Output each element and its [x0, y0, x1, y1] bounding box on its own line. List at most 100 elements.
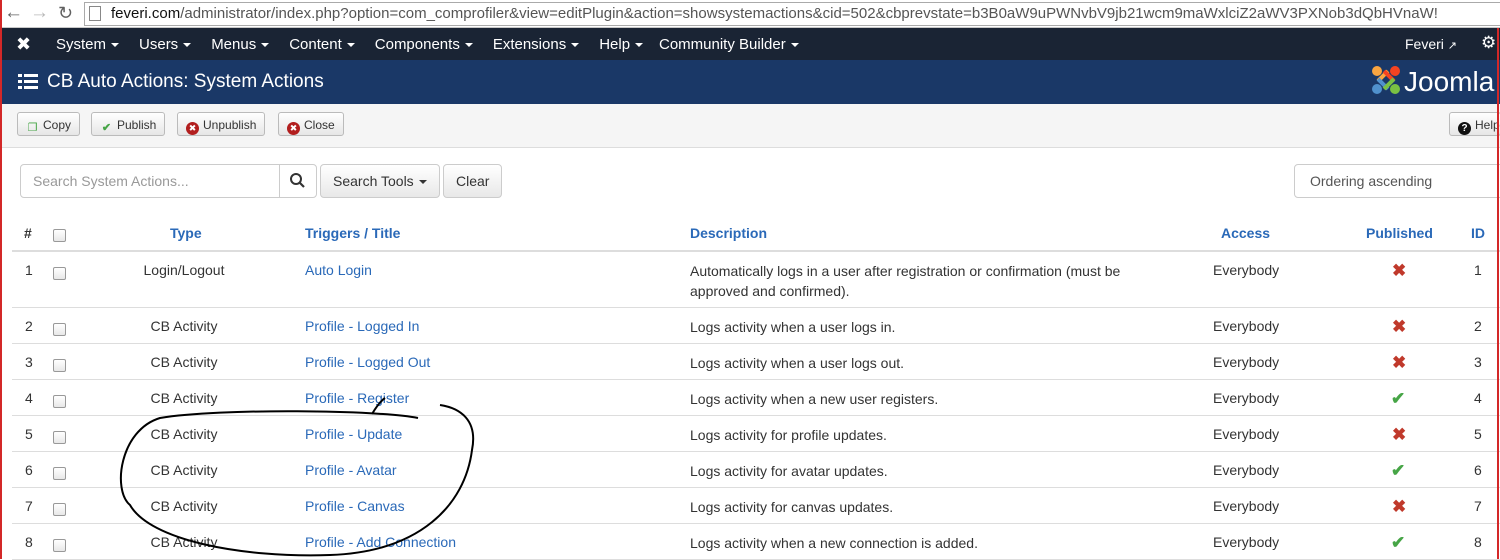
header-published[interactable]: Published [1366, 225, 1433, 241]
row-type: CB Activity [150, 318, 218, 334]
row-checkbox[interactable] [53, 359, 66, 372]
row-title-link[interactable]: Auto Login [305, 262, 372, 278]
select-all-checkbox[interactable] [53, 229, 66, 242]
joomla-menu-icon[interactable]: ✖ [16, 34, 31, 54]
row-description: Logs activity for canvas updates. [690, 499, 894, 515]
row-checkbox[interactable] [53, 431, 66, 444]
row-title-link[interactable]: Profile - Add Connection [305, 534, 456, 550]
row-checkbox[interactable] [53, 539, 66, 552]
close-button[interactable]: ✖ Close [278, 112, 344, 136]
header-trigger[interactable]: Triggers / Title [305, 225, 400, 241]
reload-icon[interactable]: ↻ [58, 1, 73, 25]
x-icon[interactable]: ✖ [1392, 261, 1406, 281]
row-id: 4 [1474, 390, 1482, 406]
menu-help[interactable]: Help [589, 36, 653, 53]
check-icon[interactable]: ✔ [1391, 389, 1405, 409]
row-num: 8 [25, 534, 33, 550]
main-menu: System Users Menus Content Components Extensi… [46, 28, 653, 60]
gear-icon[interactable]: ⚙ [1481, 33, 1496, 53]
row-title-link[interactable]: Profile - Logged Out [305, 354, 430, 370]
header-type[interactable]: Type [170, 225, 202, 241]
search-tools-button[interactable]: Search Tools [320, 164, 440, 198]
check-icon[interactable]: ✔ [1391, 461, 1405, 481]
table-row: 6 CB Activity Profile - Avatar Logs activit… [12, 451, 1500, 488]
menu-extensions[interactable]: Extensions [483, 36, 589, 53]
row-num: 4 [25, 390, 33, 406]
row-access: Everybody [1213, 262, 1280, 278]
row-checkbox[interactable] [53, 503, 66, 516]
search-input[interactable] [20, 164, 280, 198]
search-button[interactable] [279, 164, 317, 198]
row-access: Everybody [1213, 426, 1280, 442]
x-icon[interactable]: ✖ [1392, 353, 1406, 373]
row-checkbox[interactable] [53, 267, 66, 280]
row-description: Logs activity when a new user registers. [690, 391, 939, 407]
row-title-link[interactable]: Profile - Canvas [305, 498, 405, 514]
browser-bar: ← → ↻ feveri.com/administrator/index.php… [0, 0, 1500, 28]
url-text: feveri.com/administrator/index.php?optio… [111, 5, 1438, 22]
forward-arrow-icon[interactable]: → [30, 1, 49, 25]
row-description: Logs activity for profile updates. [690, 427, 887, 443]
menu-components[interactable]: Components [365, 36, 483, 53]
x-icon[interactable]: ✖ [1392, 317, 1406, 337]
row-type: CB Activity [150, 390, 218, 406]
header-access[interactable]: Access [1221, 225, 1270, 241]
row-access: Everybody [1213, 534, 1280, 550]
row-type: CB Activity [150, 354, 218, 370]
row-num: 1 [25, 262, 33, 278]
x-icon[interactable]: ✖ [1392, 425, 1406, 445]
x-icon[interactable]: ✖ [1392, 497, 1406, 517]
row-type: CB Activity [150, 534, 218, 550]
help-button[interactable]: ? Help [1449, 112, 1500, 136]
row-checkbox[interactable] [53, 467, 66, 480]
table-row: 2 CB Activity Profile - Logged In Logs acti… [12, 307, 1500, 344]
menu-content[interactable]: Content [279, 36, 365, 53]
joomla-logo-icon [1372, 66, 1400, 94]
row-description: Logs activity when a new connection is a… [690, 535, 978, 551]
row-checkbox[interactable] [53, 323, 66, 336]
row-num: 7 [25, 498, 33, 514]
clear-button[interactable]: Clear [443, 164, 503, 198]
row-title-link[interactable]: Profile - Avatar [305, 462, 397, 478]
row-checkbox[interactable] [53, 395, 66, 408]
row-access: Everybody [1213, 318, 1280, 334]
border-left [0, 0, 2, 559]
row-description: Logs activity when a user logs out. [690, 355, 905, 371]
table-row: 1 Login/Logout Auto Login Automatically log… [12, 251, 1500, 308]
back-arrow-icon[interactable]: ← [4, 1, 23, 25]
check-icon: ✔ [101, 122, 112, 134]
ordering-select[interactable]: Ordering ascending [1294, 164, 1500, 198]
row-title-link[interactable]: Profile - Register [305, 390, 409, 406]
header-description[interactable]: Description [690, 225, 767, 241]
header-id[interactable]: ID [1471, 225, 1485, 241]
row-type: Login/Logout [143, 262, 225, 278]
user-link[interactable]: Feveri ↗ [1405, 36, 1457, 52]
row-num: 2 [25, 318, 33, 334]
row-id: 7 [1474, 498, 1482, 514]
menu-community-builder[interactable]: Community Builder [659, 36, 799, 53]
row-id: 6 [1474, 462, 1482, 478]
row-type: CB Activity [150, 426, 218, 442]
address-bar[interactable]: feveri.com/administrator/index.php?optio… [84, 2, 1500, 26]
row-title-link[interactable]: Profile - Logged In [305, 318, 419, 334]
header-num: # [24, 225, 32, 241]
publish-button[interactable]: ✔ Publish [91, 112, 166, 136]
menu-users[interactable]: Users [129, 36, 201, 53]
list-icon [18, 74, 38, 89]
row-access: Everybody [1213, 354, 1280, 370]
row-id: 8 [1474, 534, 1482, 550]
menu-system[interactable]: System [46, 36, 129, 53]
row-num: 6 [25, 462, 33, 478]
copy-icon: ❐ [27, 122, 38, 134]
border-right [1497, 28, 1499, 559]
row-access: Everybody [1213, 498, 1280, 514]
search-icon [290, 173, 305, 188]
table-header: # Type Triggers / Title Description Acce… [12, 216, 1500, 252]
unpublish-button[interactable]: ✖ Unpublish [177, 112, 266, 136]
copy-button[interactable]: ❐ Copy [17, 112, 81, 136]
row-access: Everybody [1213, 462, 1280, 478]
row-title-link[interactable]: Profile - Update [305, 426, 402, 442]
check-icon[interactable]: ✔ [1391, 533, 1405, 553]
page-title: CB Auto Actions: System Actions [47, 71, 324, 92]
menu-menus[interactable]: Menus [201, 36, 279, 53]
